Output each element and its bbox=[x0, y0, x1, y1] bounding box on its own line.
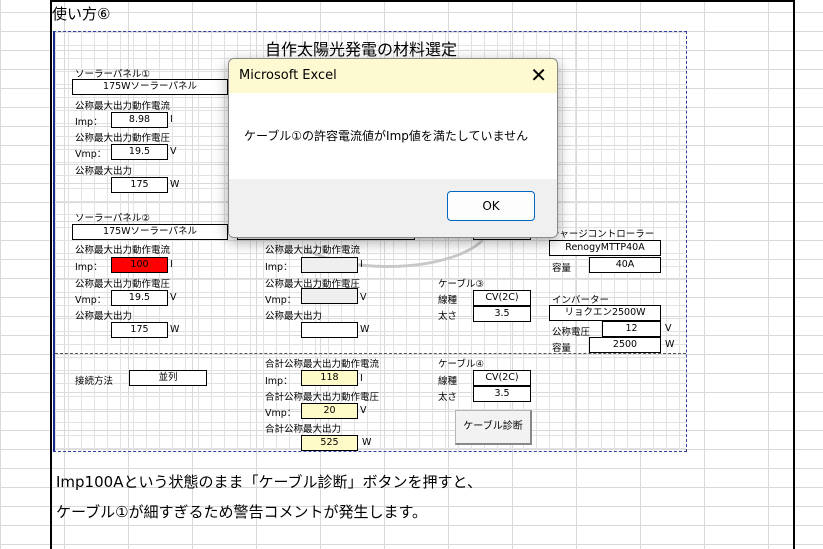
panel1-model-field[interactable]: 175Wソーラーパネル bbox=[72, 79, 228, 95]
charge-cap-label: 容量 bbox=[552, 263, 572, 274]
panel2-imp-unit: I bbox=[170, 259, 173, 270]
panel3-imp-key: Imp： bbox=[265, 262, 293, 273]
total-power-field[interactable]: 525 bbox=[301, 435, 358, 451]
heading-cell[interactable]: 使い方⑥ bbox=[52, 3, 110, 24]
panel1-imp-label: 公称最大出力動作電流 bbox=[75, 101, 171, 112]
inverter-volt-label: 公称電圧 bbox=[552, 327, 591, 338]
panel2-vmp-label: 公称最大出力動作電圧 bbox=[75, 279, 171, 290]
panel3-power-label: 公称最大出力 bbox=[265, 311, 323, 322]
total-power-label: 合計公称最大出力 bbox=[265, 424, 342, 435]
total-vmp-key: Vmp： bbox=[265, 408, 297, 419]
panel3-power-field[interactable] bbox=[301, 322, 358, 338]
inverter-model-field[interactable]: リョクエン2500W bbox=[549, 305, 661, 321]
sheet-title: 自作太陽光発電の材料選定 bbox=[265, 40, 458, 59]
inverter-cap-label: 容量 bbox=[552, 343, 572, 354]
panel1-imp-key: Imp： bbox=[75, 117, 103, 128]
charge-cap-field[interactable]: 40A bbox=[589, 257, 661, 273]
total-vmp-label: 合計公称最大出力動作電圧 bbox=[265, 392, 380, 403]
total-imp-label: 合計公称最大出力動作電流 bbox=[265, 359, 380, 370]
dialog-message: ケーブル①の許容電流値がImp値を満たしていません bbox=[244, 129, 529, 143]
inverter-cap-field[interactable]: 2500 bbox=[589, 337, 661, 353]
panel1-imp-unit: I bbox=[170, 114, 173, 125]
panel2-power-unit: W bbox=[170, 324, 180, 335]
panel1-section-label: ソーラーパネル① bbox=[75, 69, 150, 80]
panel1-imp-field[interactable]: 8.98 bbox=[111, 112, 168, 128]
excel-message-dialog: Microsoft Excel ✕ ケーブル①の許容電流値がImp値を満たしてい… bbox=[228, 58, 558, 238]
panel3-imp-label: 公称最大出力動作電流 bbox=[265, 245, 361, 256]
dialog-footer: OK bbox=[229, 179, 557, 237]
panel2-power-label: 公称最大出力 bbox=[75, 311, 133, 322]
inverter-section-label: インバーター bbox=[552, 295, 610, 306]
panel1-vmp-label: 公称最大出力動作電圧 bbox=[75, 133, 171, 144]
total-vmp-unit: V bbox=[360, 405, 367, 416]
caption-line-2: ケーブル①が細すぎるため警告コメントが発生します。 bbox=[56, 503, 428, 521]
dialog-body: ケーブル①の許容電流値がImp値を満たしていません bbox=[229, 93, 557, 179]
ok-button[interactable]: OK bbox=[447, 191, 535, 221]
cable3-section-label: ケーブル③ bbox=[438, 279, 484, 290]
charge-section-label: チャージコントローラー bbox=[550, 229, 655, 240]
cable4-size-field[interactable]: 3.5 bbox=[473, 386, 531, 402]
panel1-vmp-field[interactable]: 19.5 bbox=[111, 144, 168, 160]
total-power-unit: W bbox=[362, 437, 372, 448]
panel2-section-label: ソーラーパネル② bbox=[75, 213, 150, 224]
panel1-power-field[interactable]: 175 bbox=[111, 177, 168, 193]
panel3-vmp-unit: V bbox=[360, 292, 367, 303]
caption-line-1: Imp100Aという状態のまま「ケーブル診断」ボタンを押すと、 bbox=[56, 473, 482, 491]
charge-model-field[interactable]: RenogyMTTP40A bbox=[549, 240, 661, 256]
panel2-vmp-unit: V bbox=[170, 292, 177, 303]
panel1-power-label: 公称最大出力 bbox=[75, 166, 133, 177]
panel3-power-unit: W bbox=[360, 324, 370, 335]
panel3-vmp-field[interactable] bbox=[301, 288, 358, 304]
inverter-volt-unit: V bbox=[665, 323, 672, 334]
panel1-vmp-key: Vmp： bbox=[75, 149, 107, 160]
total-imp-unit: I bbox=[360, 373, 363, 384]
cable3-size-field[interactable]: 3.5 bbox=[473, 306, 531, 322]
panel3-vmp-key: Vmp： bbox=[265, 295, 297, 306]
section-divider bbox=[55, 353, 686, 354]
cable4-size-label: 太さ bbox=[438, 392, 458, 403]
total-imp-field[interactable]: 118 bbox=[301, 370, 358, 386]
connection-field[interactable]: 並列 bbox=[129, 370, 207, 386]
dialog-title: Microsoft Excel bbox=[239, 68, 337, 83]
total-vmp-field[interactable]: 20 bbox=[301, 403, 358, 419]
panel2-model-field[interactable]: 175Wソーラーパネル bbox=[72, 224, 228, 240]
panel1-power-unit: W bbox=[170, 179, 180, 190]
inverter-volt-field[interactable]: 12 bbox=[602, 321, 661, 337]
close-icon[interactable]: ✕ bbox=[530, 63, 547, 87]
cable4-type-label: 線種 bbox=[438, 376, 458, 387]
inverter-cap-unit: W bbox=[665, 339, 675, 350]
panel2-vmp-field[interactable]: 19.5 bbox=[111, 290, 168, 306]
panel2-power-field[interactable]: 175 bbox=[111, 322, 168, 338]
cable3-size-label: 太さ bbox=[438, 311, 458, 322]
cable4-type-field[interactable]: CV(2C) bbox=[473, 370, 531, 386]
dialog-titlebar[interactable]: Microsoft Excel ✕ bbox=[229, 59, 557, 93]
panel3-imp-unit: I bbox=[360, 259, 363, 270]
panel2-imp-label: 公称最大出力動作電流 bbox=[75, 245, 171, 256]
panel1-vmp-unit: V bbox=[170, 146, 177, 157]
panel3-imp-field[interactable] bbox=[301, 257, 358, 273]
panel2-imp-field[interactable]: 100 bbox=[111, 257, 168, 273]
connection-label: 接続方法 bbox=[75, 376, 114, 387]
cable3-type-label: 線種 bbox=[438, 295, 458, 306]
cable4-section-label: ケーブル④ bbox=[438, 359, 484, 370]
panel2-imp-key: Imp： bbox=[75, 262, 103, 273]
cable-diagnosis-button[interactable]: ケーブル診断 bbox=[455, 410, 532, 445]
cable3-type-field[interactable]: CV(2C) bbox=[473, 290, 531, 306]
total-imp-key: Imp： bbox=[265, 376, 293, 387]
panel2-vmp-key: Vmp： bbox=[75, 295, 107, 306]
